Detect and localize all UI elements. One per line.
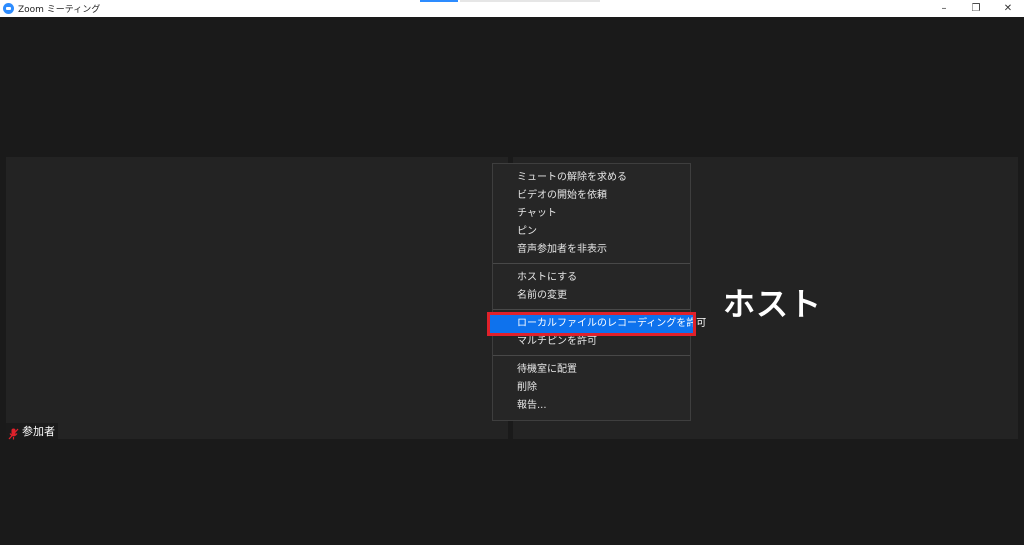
- participant-name-tag: 参加者: [6, 423, 58, 440]
- menu-item-allow-local-recording[interactable]: ローカルファイルのレコーディングを許可: [487, 312, 706, 336]
- muted-mic-icon: [8, 425, 19, 440]
- menu-item-request-unmute[interactable]: ミュートの解除を求める: [493, 169, 690, 187]
- close-icon: ✕: [1003, 3, 1013, 14]
- menu-item-request-video[interactable]: ビデオの開始を依頼: [493, 187, 690, 205]
- participant-name: 参加者: [22, 425, 55, 438]
- menu-group-roles: ホストにする 名前の変更: [493, 264, 690, 309]
- title-bar: Zoom ミーティング – ❐ ✕: [0, 0, 1024, 17]
- zoom-logo-icon: [3, 3, 14, 14]
- menu-item-pin[interactable]: ピン: [493, 223, 690, 241]
- menu-item-move-to-waiting-room[interactable]: 待機室に配置: [493, 361, 690, 379]
- minimize-button[interactable]: –: [928, 0, 960, 17]
- minimize-icon: –: [941, 3, 947, 14]
- menu-item-make-host[interactable]: ホストにする: [493, 269, 690, 287]
- menu-item-hide-audio-participants[interactable]: 音声参加者を非表示: [493, 241, 690, 259]
- meeting-stage: ホスト 参加者 ミュートの解除を求める ビデオの開始を依頼 チャット ピン 音声…: [0, 17, 1024, 545]
- host-name-label: ホスト: [723, 285, 823, 323]
- menu-group-moderation: 待機室に配置 削除 報告...: [493, 356, 690, 419]
- participant-video-tile[interactable]: [6, 157, 508, 439]
- menu-item-remove[interactable]: 削除: [493, 379, 690, 397]
- menu-item-allow-multipin[interactable]: マルチピンを許可: [493, 333, 690, 351]
- title-tab-strip: [460, 0, 600, 2]
- menu-item-report[interactable]: 報告...: [493, 397, 690, 415]
- restore-button[interactable]: ❐: [960, 0, 992, 17]
- menu-item-chat[interactable]: チャット: [493, 205, 690, 223]
- window-title: Zoom ミーティング: [18, 5, 101, 15]
- title-tab-indicator: [420, 0, 458, 2]
- close-button[interactable]: ✕: [992, 0, 1024, 17]
- window-controls: – ❐ ✕: [928, 0, 1024, 17]
- restore-icon: ❐: [971, 3, 981, 14]
- menu-group-communication: ミュートの解除を求める ビデオの開始を依頼 チャット ピン 音声参加者を非表示: [493, 164, 690, 263]
- menu-group-permissions: ローカルファイルのレコーディングを許可 マルチピンを許可: [487, 310, 706, 355]
- menu-item-rename[interactable]: 名前の変更: [493, 287, 690, 305]
- participant-context-menu: ミュートの解除を求める ビデオの開始を依頼 チャット ピン 音声参加者を非表示 …: [487, 163, 706, 421]
